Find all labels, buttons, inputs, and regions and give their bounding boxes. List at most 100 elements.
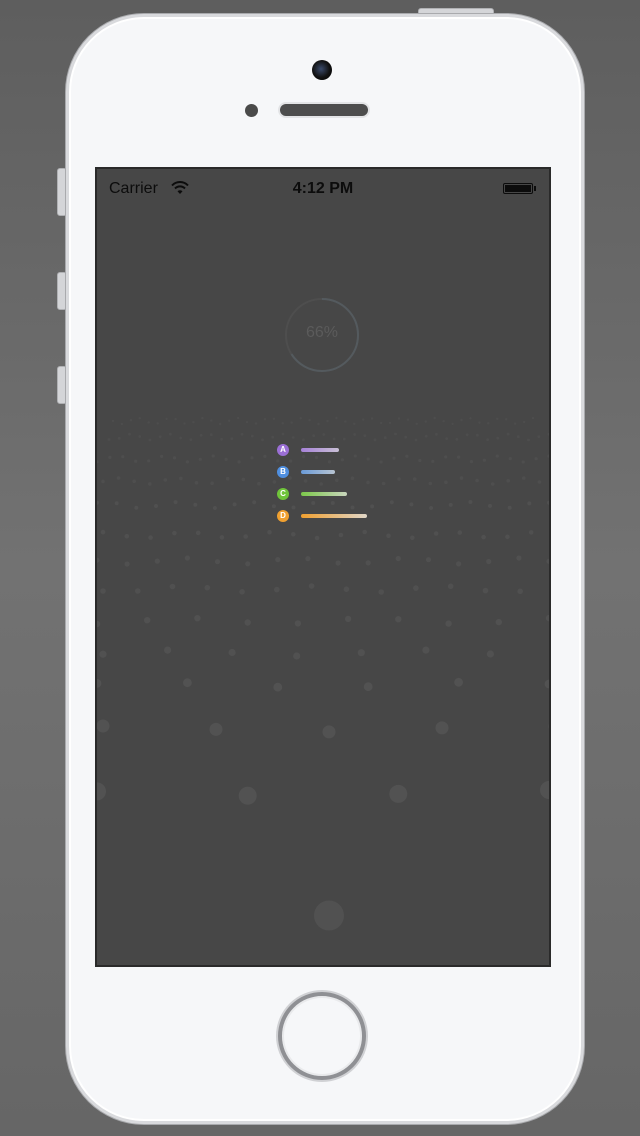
particle-dot xyxy=(219,422,222,426)
particle-dot xyxy=(97,679,102,688)
particle-dot xyxy=(468,500,473,504)
particle-dot xyxy=(263,454,267,458)
particle-dot xyxy=(517,588,523,595)
battery-icon xyxy=(503,183,533,194)
particle-dot xyxy=(482,458,486,462)
choice-result-bar xyxy=(301,492,347,496)
particle-dot xyxy=(228,648,236,657)
choice-b[interactable]: B xyxy=(277,465,397,479)
particle-dot xyxy=(424,420,427,423)
particle-dot xyxy=(158,435,162,439)
particle-dot xyxy=(363,434,367,437)
particle-dot xyxy=(163,478,168,482)
choice-d[interactable]: D xyxy=(277,509,397,523)
particle-dot xyxy=(412,477,417,481)
particle-dot xyxy=(478,421,481,424)
home-button[interactable] xyxy=(278,992,366,1080)
particle-dot xyxy=(456,561,462,567)
particle-dot xyxy=(209,433,213,437)
particle-dot xyxy=(379,421,383,425)
particle-dot xyxy=(148,535,153,540)
particle-dot xyxy=(507,505,512,510)
particle-dot xyxy=(338,532,344,538)
particle-dot xyxy=(433,531,439,536)
particle-dot xyxy=(201,416,204,420)
particle-dot xyxy=(250,434,254,438)
particle-dot xyxy=(340,458,344,462)
particle-dot xyxy=(546,558,549,564)
particle-dot xyxy=(319,482,323,486)
particle-dot xyxy=(335,560,341,566)
particle-dot xyxy=(228,419,231,422)
particle-dot xyxy=(344,615,352,623)
particle-dot xyxy=(445,437,449,440)
particle-dot xyxy=(121,455,125,459)
choice-result-bar xyxy=(301,470,335,474)
particle-dot xyxy=(97,719,110,733)
particle-dot xyxy=(169,432,172,436)
particle-dot xyxy=(97,500,99,505)
particle-dot xyxy=(527,438,530,442)
particle-dot xyxy=(496,417,499,420)
particle-dot xyxy=(322,433,326,436)
particle-dot xyxy=(505,418,508,421)
particle-dot xyxy=(179,476,183,481)
particle-dot xyxy=(363,682,373,692)
particle-dot xyxy=(486,438,489,441)
particle-dot xyxy=(505,534,510,540)
particle-dot xyxy=(267,529,272,535)
particle-dot xyxy=(322,725,336,739)
particle-dot xyxy=(220,437,223,441)
particle-dot xyxy=(428,481,433,486)
particle-dot xyxy=(209,722,223,736)
particle-dot xyxy=(291,436,295,439)
particle-dot xyxy=(451,422,454,426)
particle-dot xyxy=(353,433,356,436)
choice-badge: B xyxy=(277,466,289,478)
particle-dot xyxy=(214,559,221,565)
particle-dot xyxy=(271,435,275,439)
particle-dot xyxy=(414,438,418,442)
particle-dot xyxy=(327,460,332,464)
battery-tip xyxy=(534,186,536,191)
particle-dot xyxy=(107,438,111,441)
battery-level-fill xyxy=(505,185,531,192)
particle-dot xyxy=(97,460,99,464)
particle-dot xyxy=(99,650,107,658)
particle-dot xyxy=(444,480,448,485)
particle-dot xyxy=(383,436,387,440)
particle-dot xyxy=(164,646,172,654)
particle-dot xyxy=(366,457,370,461)
choice-c[interactable]: C xyxy=(277,487,397,501)
particle-dot xyxy=(299,417,302,420)
particle-dot xyxy=(263,418,267,421)
particle-dot xyxy=(238,786,257,805)
particle-dot xyxy=(230,437,234,441)
particle-dot xyxy=(459,476,464,480)
particle-dot xyxy=(433,416,436,420)
particle-dot xyxy=(389,784,408,803)
particle-dot xyxy=(193,502,198,507)
particle-dot xyxy=(406,418,410,421)
particle-dot xyxy=(124,561,130,567)
progress-percent-label: 66% xyxy=(305,324,339,341)
particle-dot xyxy=(144,617,151,624)
particle-dot xyxy=(506,432,510,436)
choice-a[interactable]: A xyxy=(277,443,397,457)
particle-dot xyxy=(132,479,136,484)
particle-dot xyxy=(101,479,105,484)
particle-dot xyxy=(544,679,549,689)
particle-dot xyxy=(424,434,428,438)
particle-dot xyxy=(435,432,438,436)
particle-field xyxy=(97,416,549,931)
choice-result-bar xyxy=(301,448,339,452)
particle-dot xyxy=(386,533,391,539)
particle-dot xyxy=(224,457,228,461)
app-screen: Carrier 4:12 PM 66% ABCD xyxy=(95,167,551,967)
particle-dot xyxy=(100,529,106,535)
particle-dot xyxy=(272,417,276,420)
particle-dot xyxy=(366,480,370,485)
particle-dot xyxy=(311,501,316,505)
particle-dot xyxy=(302,438,305,442)
particle-dot xyxy=(528,530,534,535)
